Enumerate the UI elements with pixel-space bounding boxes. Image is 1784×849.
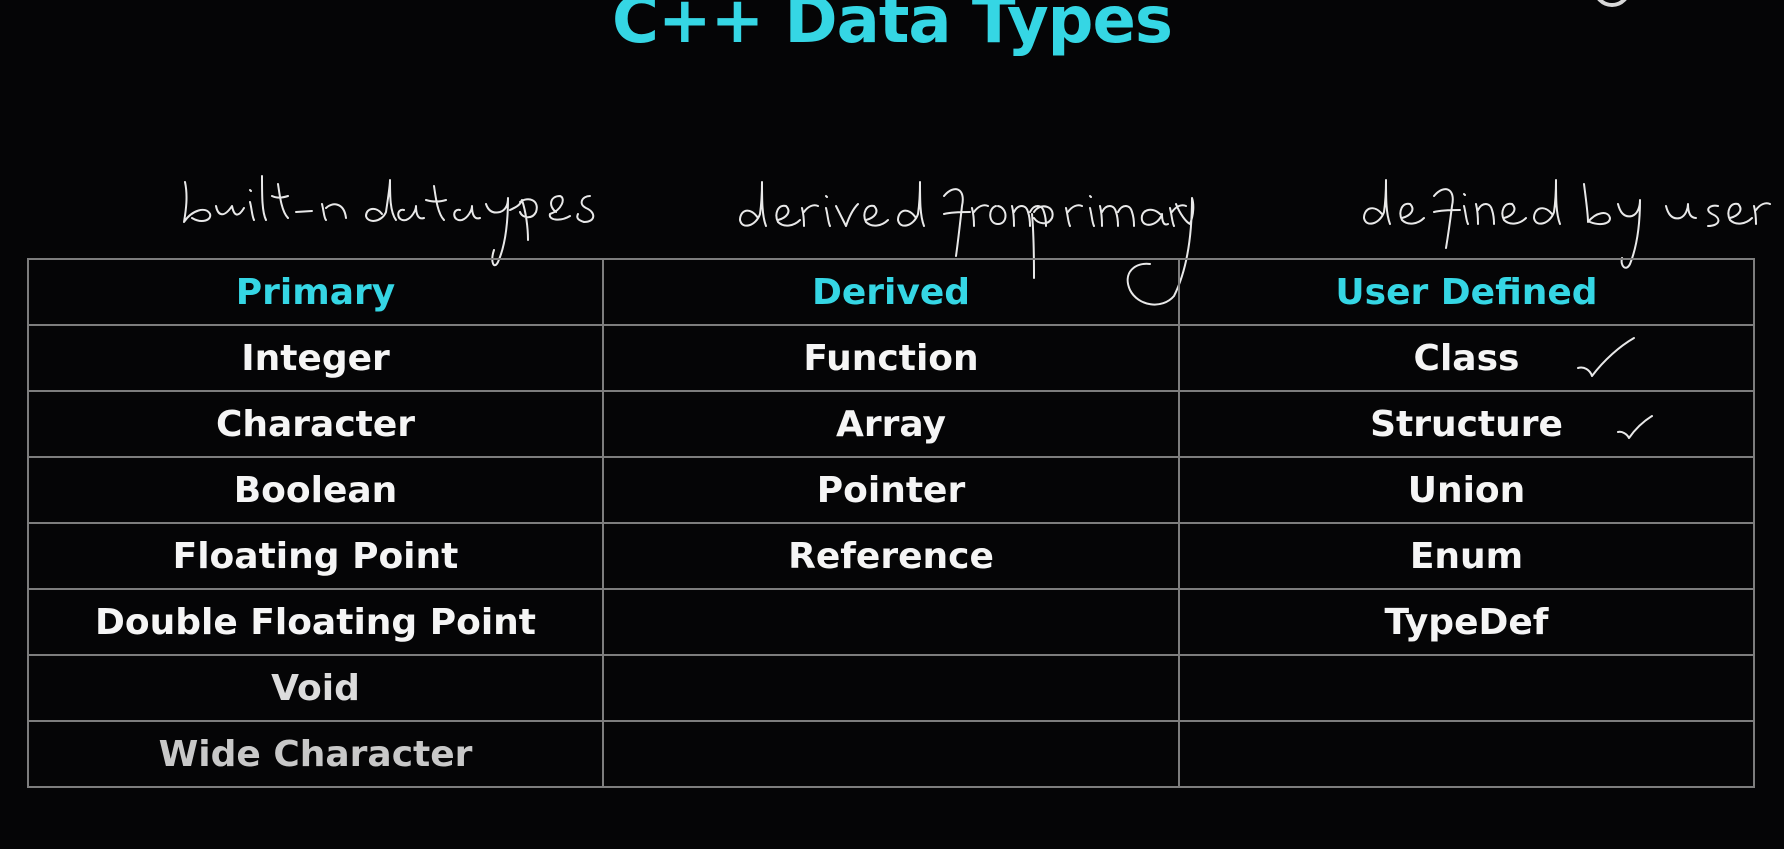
table-row: Double Floating Point TypeDef xyxy=(27,588,1755,656)
handwritten-note-user-defined xyxy=(1363,179,1771,269)
table-cell: Floating Point xyxy=(27,522,604,590)
table-cell: Structure xyxy=(1178,390,1755,458)
header-row: Primary Derived User Defined xyxy=(27,258,1755,326)
table-row: Wide Character xyxy=(27,720,1755,788)
table-cell: Wide Character xyxy=(27,720,604,788)
table-cell xyxy=(602,654,1180,722)
table-cell: Function xyxy=(602,324,1180,392)
table-cell: Boolean xyxy=(27,456,604,524)
column-header-primary: Primary xyxy=(27,258,604,326)
table-row: Integer Function Class xyxy=(27,324,1755,392)
table-cell: Class xyxy=(1178,324,1755,392)
logo xyxy=(1597,0,1627,7)
table-cell: Character xyxy=(27,390,604,458)
table-row: Void xyxy=(27,654,1755,722)
table-cell: Enum xyxy=(1178,522,1755,590)
page-title: C++ Data Types xyxy=(612,0,1173,58)
table-cell: TypeDef xyxy=(1178,588,1755,656)
table-cell: Void xyxy=(27,654,604,722)
table-cell xyxy=(602,720,1180,788)
table-cell xyxy=(1178,720,1755,788)
table-row: Boolean Pointer Union xyxy=(27,456,1755,524)
table-cell: Double Floating Point xyxy=(27,588,604,656)
table-cell xyxy=(1178,654,1755,722)
table-row: Floating Point Reference Enum xyxy=(27,522,1755,590)
table-row: Character Array Structure xyxy=(27,390,1755,458)
table-cell: Reference xyxy=(602,522,1180,590)
column-header-derived: Derived xyxy=(602,258,1180,326)
table-cell: Array xyxy=(602,390,1180,458)
handwritten-note-primary xyxy=(183,175,595,267)
slide: { "slide": { "title": "C++ Data Types", … xyxy=(0,0,1784,849)
column-header-user-defined: User Defined xyxy=(1178,258,1755,326)
table-cell: Union xyxy=(1178,456,1755,524)
data-types-table: Primary Derived User Defined Integer Fun… xyxy=(27,258,1755,788)
table-cell: Pointer xyxy=(602,456,1180,524)
table-cell: Integer xyxy=(27,324,604,392)
table-cell xyxy=(602,588,1180,656)
